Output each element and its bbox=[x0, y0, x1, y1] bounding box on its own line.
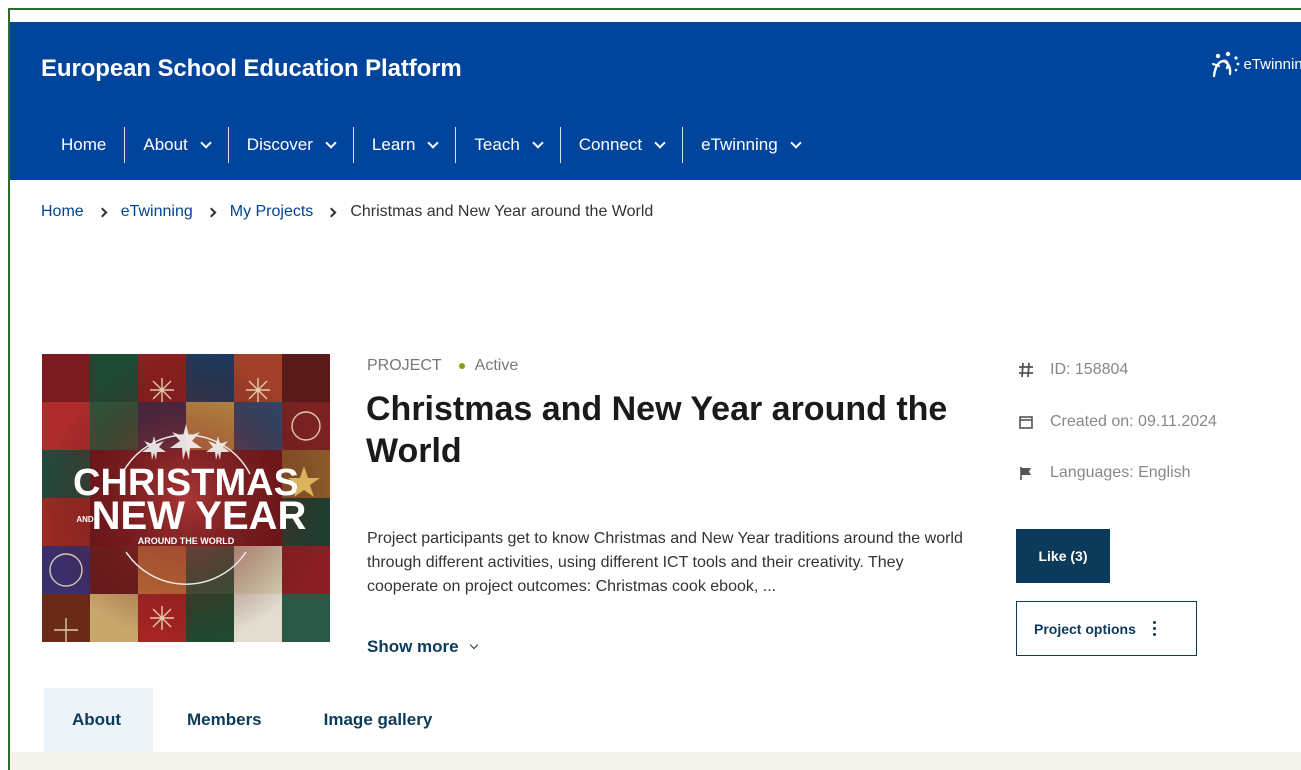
breadcrumb-current: Christmas and New Year around the World bbox=[350, 203, 654, 220]
project-cover-image: CHRISTMAS AND NEW YEAR AROUND THE WORLD bbox=[42, 354, 330, 642]
flag-icon bbox=[1016, 463, 1036, 483]
chevron-right-icon bbox=[326, 207, 337, 217]
chevron-down-icon bbox=[325, 137, 337, 149]
nav-label: About bbox=[143, 135, 188, 154]
chevron-down-icon bbox=[532, 137, 544, 149]
project-id-row: ID: 158804 bbox=[1016, 360, 1128, 380]
chevron-right-icon bbox=[206, 207, 217, 217]
site-title[interactable]: European School Education Platform bbox=[41, 55, 462, 83]
nav-item-etwinning[interactable]: eTwinning bbox=[682, 127, 818, 163]
like-button[interactable]: Like (3) bbox=[1016, 529, 1110, 583]
nav-item-learn[interactable]: Learn bbox=[352, 127, 455, 163]
page-frame: European School Education Platform eTwin… bbox=[8, 8, 1301, 770]
site-header: European School Education Platform eTwin… bbox=[10, 22, 1301, 180]
chevron-down-icon bbox=[469, 640, 478, 650]
nav-label: Teach bbox=[474, 135, 520, 154]
chevron-down-icon bbox=[654, 137, 666, 149]
etwinning-logo-icon bbox=[1212, 51, 1240, 78]
cover-text-around-the-world: AROUND THE WORLD bbox=[138, 536, 235, 546]
nav-item-discover[interactable]: Discover bbox=[227, 127, 353, 163]
created-date: Created on: 09.11.2024 bbox=[1050, 413, 1217, 430]
hash-icon bbox=[1016, 360, 1036, 380]
show-more-label: Show more bbox=[367, 637, 459, 656]
tab-members[interactable]: Members bbox=[153, 688, 290, 752]
chevron-down-icon bbox=[200, 137, 212, 149]
chevron-right-icon bbox=[97, 207, 108, 217]
nav-item-about[interactable]: About bbox=[124, 127, 227, 163]
breadcrumb-my-projects[interactable]: My Projects bbox=[230, 203, 314, 221]
project-type-label: PROJECT bbox=[367, 357, 442, 374]
nav-item-teach[interactable]: Teach bbox=[455, 127, 559, 163]
languages-row: Languages: English bbox=[1016, 463, 1191, 483]
languages: Languages: English bbox=[1050, 464, 1191, 481]
nav-item-home[interactable]: Home bbox=[41, 127, 124, 163]
nav-label: eTwinning bbox=[701, 135, 778, 154]
project-meta: PROJECT Active bbox=[367, 357, 518, 375]
breadcrumb-etwinning[interactable]: eTwinning bbox=[121, 203, 193, 221]
tab-image-gallery[interactable]: Image gallery bbox=[290, 688, 461, 752]
project-id: ID: 158804 bbox=[1050, 361, 1129, 378]
calendar-icon bbox=[1016, 412, 1036, 432]
tab-about[interactable]: About bbox=[44, 688, 153, 752]
tab-content-area bbox=[10, 752, 1301, 770]
project-cover-graphic: CHRISTMAS AND NEW YEAR AROUND THE WORLD bbox=[42, 354, 330, 642]
project-options-label: Project options bbox=[1034, 620, 1136, 637]
cover-text-new-year: NEW YEAR bbox=[92, 494, 307, 538]
project-tabs: About Members Image gallery bbox=[44, 688, 460, 752]
project-status: Active bbox=[474, 357, 519, 374]
kebab-menu-icon bbox=[1152, 621, 1156, 636]
project-options-button[interactable]: Project options bbox=[1016, 601, 1197, 656]
nav-label: Home bbox=[61, 135, 107, 154]
breadcrumb: Home eTwinning My Projects Christmas and… bbox=[41, 203, 653, 221]
created-date-row: Created on: 09.11.2024 bbox=[1016, 412, 1217, 432]
chevron-down-icon bbox=[427, 137, 440, 149]
nav-label: Discover bbox=[246, 135, 313, 154]
show-more-button[interactable]: Show more bbox=[367, 637, 478, 657]
nav-label: Connect bbox=[578, 135, 643, 154]
etwinning-logo[interactable]: eTwinning bbox=[1209, 50, 1301, 78]
project-title: Christmas and New Year around the World bbox=[366, 390, 948, 470]
chevron-down-icon bbox=[790, 137, 802, 149]
project-description: Project participants get to know Christm… bbox=[367, 530, 963, 595]
nav-item-connect[interactable]: Connect bbox=[559, 127, 682, 163]
nav-label: Learn bbox=[371, 135, 416, 154]
logo-text: eTwinning bbox=[1243, 55, 1301, 73]
breadcrumb-home[interactable]: Home bbox=[41, 203, 84, 221]
status-dot-icon bbox=[458, 363, 465, 369]
main-nav: Home About Discover Learn Teach Connect … bbox=[41, 124, 818, 166]
